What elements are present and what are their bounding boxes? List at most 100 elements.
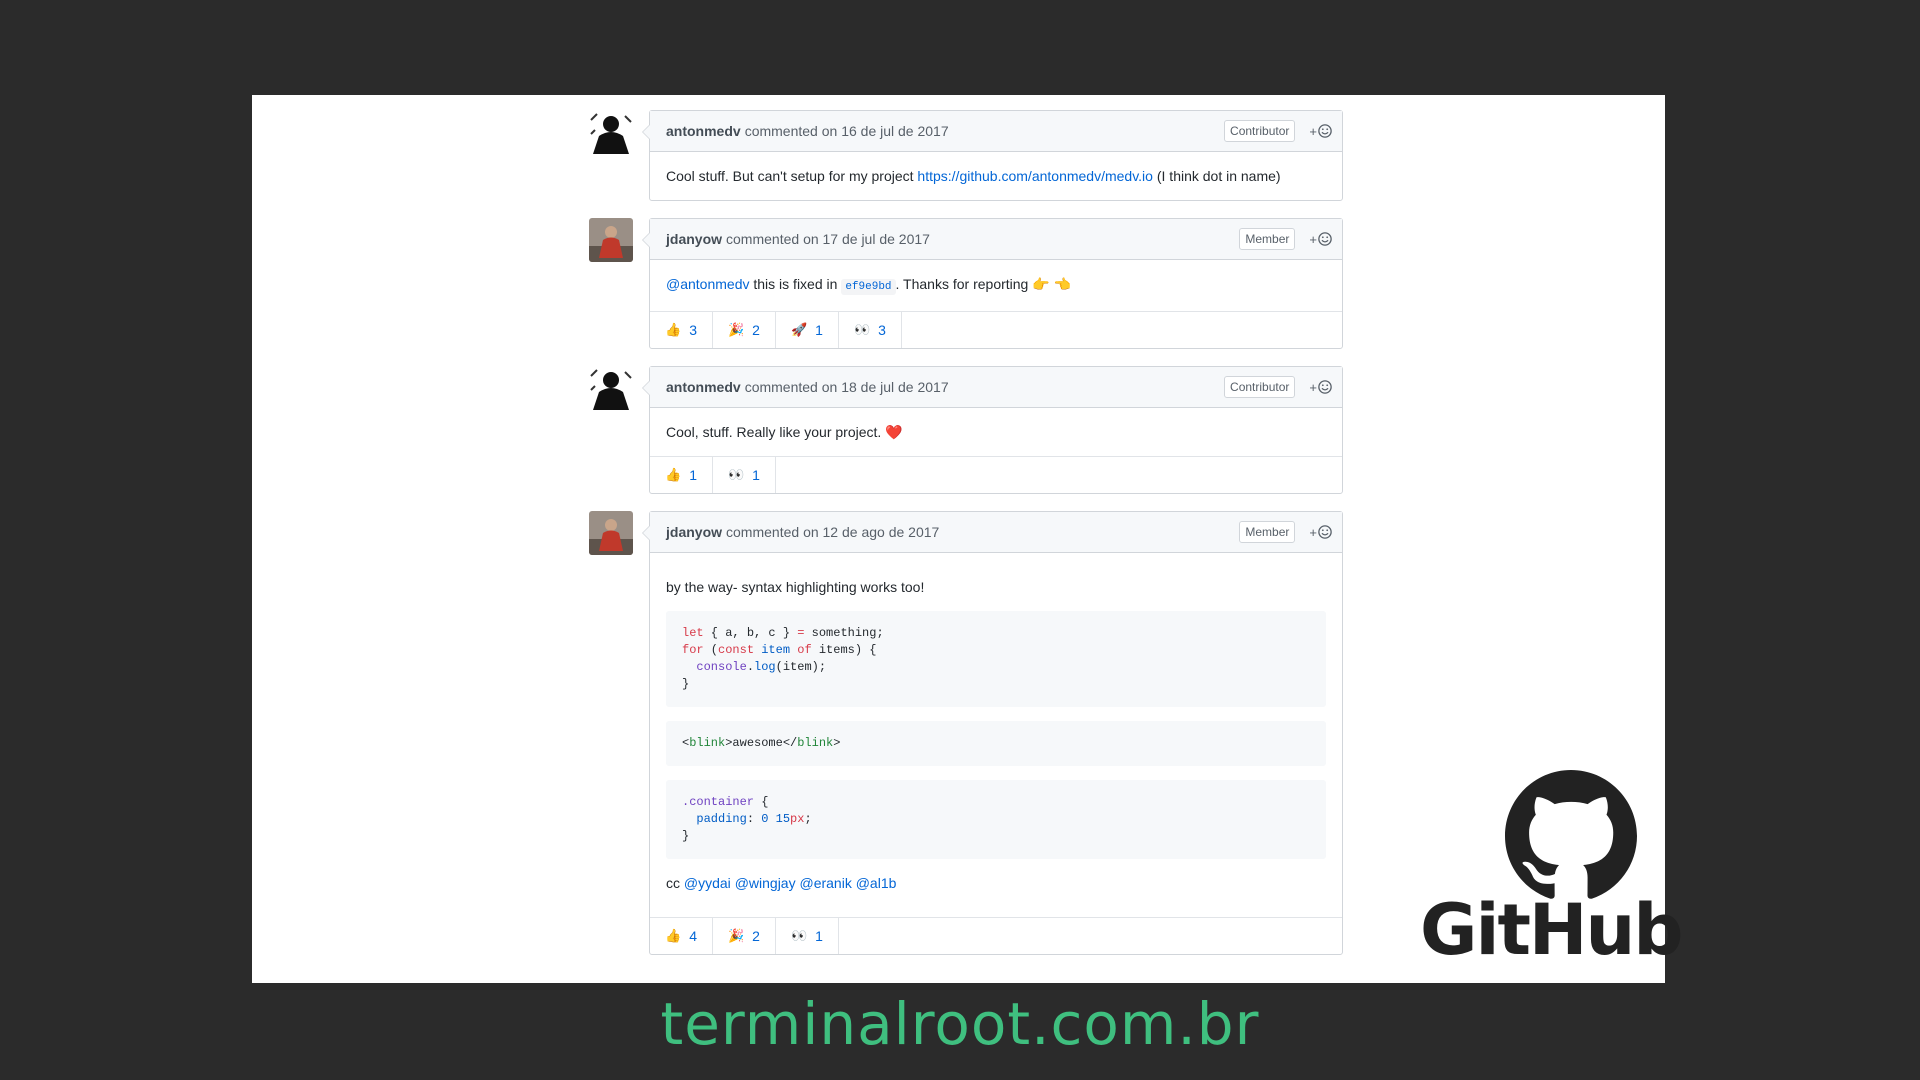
cc-prefix: cc [666, 875, 684, 891]
comment-date[interactable]: on 12 de ago de 2017 [803, 524, 939, 540]
code-token: of [790, 643, 812, 657]
comment-body: Cool stuff. But can't setup for my proje… [650, 152, 1342, 200]
code-token: (item); [775, 660, 827, 674]
reaction-eyes[interactable]: 👀 3 [839, 312, 902, 348]
octocat-icon [1505, 770, 1637, 899]
screenshot-frame: antonmedv commented on 16 de jul de 2017… [252, 95, 1665, 983]
reaction-thumbs-up[interactable]: 👍 4 [650, 918, 713, 954]
reaction-count: 1 [815, 928, 823, 944]
smiley-icon [1318, 380, 1332, 394]
user-mention[interactable]: @al1b [856, 875, 897, 891]
reactions-bar: 👍 4 🎉 2 👀 1 [650, 917, 1342, 954]
thumbs-up-icon: 👍 [665, 928, 682, 943]
reaction-count: 1 [815, 322, 823, 338]
code-token: blink [797, 736, 834, 750]
code-token: { a, b, c } [703, 626, 798, 640]
heart-icon: ❤️ [885, 424, 903, 440]
site-watermark: terminalroot.com.br [660, 990, 1260, 1058]
code-block-html: <blink>awesome</blink> [666, 721, 1326, 766]
reaction-rocket[interactable]: 🚀 1 [776, 312, 839, 348]
comment-author[interactable]: jdanyow [666, 231, 722, 247]
timeline-comment: jdanyow commented on 12 de ago de 2017 M… [589, 511, 1345, 955]
code-token: } [682, 677, 690, 691]
reaction-hooray[interactable]: 🎉 2 [713, 918, 776, 954]
code-token: .container [682, 795, 755, 809]
reactions-bar: 👍 3 🎉 2 🚀 1 👀 3 [650, 311, 1342, 348]
timeline-comment: jdanyow commented on 17 de jul de 2017 M… [589, 218, 1345, 349]
code-token: blink [689, 736, 726, 750]
reaction-count: 2 [752, 322, 760, 338]
avatar[interactable] [589, 511, 633, 555]
add-reaction-button[interactable]: + [1309, 232, 1332, 247]
role-badge: Contributor [1224, 376, 1296, 398]
timeline-comment: antonmedv commented on 16 de jul de 2017… [589, 110, 1345, 201]
reaction-thumbs-up[interactable]: 👍 3 [650, 312, 713, 348]
comment-date[interactable]: on 17 de jul de 2017 [803, 231, 930, 247]
code-token: : [746, 812, 762, 826]
add-reaction-button[interactable]: + [1309, 525, 1332, 540]
code-token: let [682, 626, 704, 640]
reaction-count: 3 [878, 322, 886, 338]
comment-header-actions: Member + [1239, 512, 1332, 552]
add-reaction-button[interactable]: + [1309, 124, 1332, 139]
comment-header: jdanyow commented on 12 de ago de 2017 M… [650, 512, 1342, 553]
thumbs-up-icon: 👍 [665, 322, 682, 337]
code-token: 15 [775, 812, 791, 826]
party-popper-icon: 🎉 [727, 322, 745, 337]
code-token: padding [696, 812, 747, 826]
comment-author[interactable]: antonmedv [666, 123, 741, 139]
comment-body: @antonmedv this is fixed in ef9e9bd. Tha… [650, 260, 1342, 311]
reaction-eyes[interactable]: 👀 1 [713, 457, 776, 493]
user-mention[interactable]: @eranik [799, 875, 851, 891]
code-block-js: let { a, b, c } = something; for (const … [666, 611, 1326, 707]
comment-timeline: antonmedv commented on 16 de jul de 2017… [589, 110, 1345, 972]
github-wordmark: GitHub [1420, 889, 1683, 971]
cc-line: cc @yydai @wingjay @eranik @al1b [666, 873, 1326, 893]
comment-date[interactable]: on 16 de jul de 2017 [822, 123, 949, 139]
reaction-count: 1 [689, 467, 697, 483]
code-token: something; [804, 626, 884, 640]
comment-author[interactable]: antonmedv [666, 379, 741, 395]
user-mention[interactable]: @wingjay [735, 875, 796, 891]
avatar[interactable] [589, 218, 633, 262]
thumbs-up-icon: 👍 [665, 467, 682, 482]
comment-text: Cool stuff. But can't setup for my proje… [666, 168, 918, 184]
code-token: ( [703, 643, 719, 657]
user-mention[interactable]: @antonmedv [666, 276, 749, 292]
code-token: const [718, 643, 755, 657]
eyes-icon: 👀 [853, 322, 871, 337]
add-reaction-button[interactable]: + [1309, 380, 1332, 395]
reaction-thumbs-up[interactable]: 👍 1 [650, 457, 713, 493]
reaction-hooray[interactable]: 🎉 2 [713, 312, 776, 348]
avatar[interactable] [589, 366, 633, 410]
smiley-icon [1318, 124, 1332, 138]
comment-box: jdanyow commented on 12 de ago de 2017 M… [642, 511, 1343, 955]
timeline-comment: antonmedv commented on 18 de jul de 2017… [589, 366, 1345, 494]
comment-date[interactable]: on 18 de jul de 2017 [822, 379, 949, 395]
reaction-count: 1 [752, 467, 760, 483]
role-badge: Member [1239, 521, 1296, 543]
comment-box: jdanyow commented on 17 de jul de 2017 M… [642, 218, 1343, 349]
avatar[interactable] [589, 110, 633, 154]
comment-intro: by the way- syntax highlighting works to… [666, 579, 925, 595]
comment-text: . Thanks for reporting 👉 👈 [895, 276, 1071, 292]
comment-header: antonmedv commented on 18 de jul de 2017… [650, 367, 1342, 408]
comment-body: Cool, stuff. Really like your project. ❤… [650, 408, 1342, 456]
comment-verb: commented [744, 123, 818, 139]
commit-sha-link[interactable]: ef9e9bd [841, 279, 896, 295]
project-link[interactable]: https://github.com/antonmedv/medv.io [917, 168, 1153, 184]
comment-verb: commented [726, 231, 800, 247]
reaction-count: 3 [689, 322, 697, 338]
reaction-count: 2 [752, 928, 760, 944]
comment-header: antonmedv commented on 16 de jul de 2017… [650, 111, 1342, 152]
comment-header-actions: Contributor + [1224, 367, 1332, 407]
user-mention[interactable]: @yydai [684, 875, 731, 891]
code-token: log [754, 660, 776, 674]
reaction-eyes[interactable]: 👀 1 [776, 918, 839, 954]
smiley-icon [1318, 232, 1332, 246]
rocket-icon: 🚀 [790, 322, 808, 337]
comment-author[interactable]: jdanyow [666, 524, 722, 540]
